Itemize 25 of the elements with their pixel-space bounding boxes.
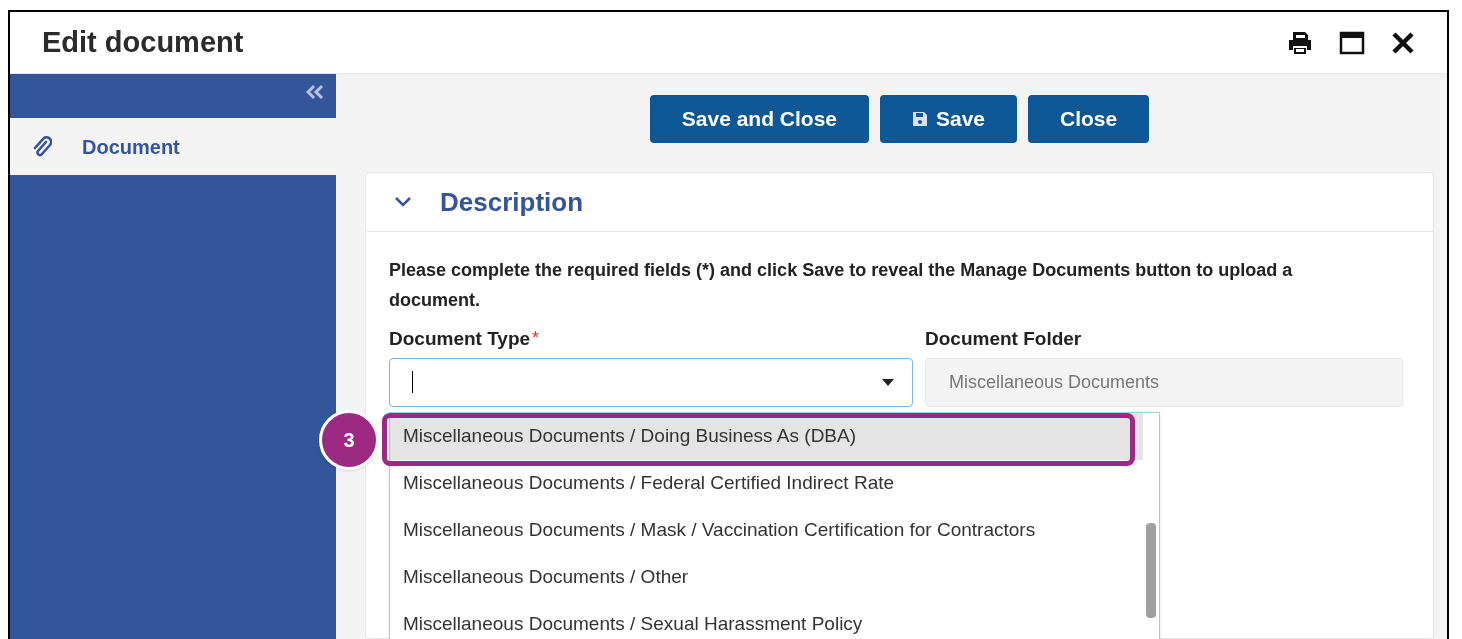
text-cursor — [412, 371, 413, 393]
window-title: Edit document — [42, 24, 244, 60]
field-label: Document Type — [389, 327, 531, 351]
toolbar-button[interactable]: Save and Close — [649, 95, 869, 143]
toolbar-button[interactable]: Close — [1028, 95, 1150, 143]
dropdown-option[interactable]: Miscellaneous Documents / Sexual Harassment Policy — [390, 601, 1143, 639]
dropdown-option[interactable]: Miscellaneous Documents / Other — [390, 554, 1143, 601]
field-label: Document Folder — [925, 328, 1082, 349]
collapse-icon[interactable] — [306, 84, 324, 100]
paperclip-icon — [32, 135, 52, 158]
step-badge: 3 — [319, 410, 379, 470]
close-icon[interactable] — [1391, 30, 1415, 55]
sidebar-item[interactable]: Document — [10, 118, 336, 175]
dropdown-option[interactable]: Miscellaneous Documents / Mask / Vaccination Certification for Contractors — [390, 507, 1143, 554]
chevron-icon — [394, 196, 412, 208]
scrollbar-thumb[interactable] — [1146, 523, 1156, 618]
maximize-icon[interactable] — [1339, 30, 1365, 55]
save-button[interactable]: Save — [880, 95, 1018, 143]
instructions-text: Please complete the required fields (*) and click Save to reveal the Manage Documents button to upload a document. — [389, 259, 1294, 312]
dropdown-option[interactable]: Miscellaneous Documents / Federal Certified Indirect Rate — [390, 460, 1143, 507]
section-header[interactable]: Description — [366, 173, 1433, 232]
print-icon[interactable] — [1287, 29, 1313, 56]
caret-icon — [882, 378, 894, 386]
floppy-icon — [912, 111, 928, 127]
required-mark: * — [532, 327, 540, 350]
